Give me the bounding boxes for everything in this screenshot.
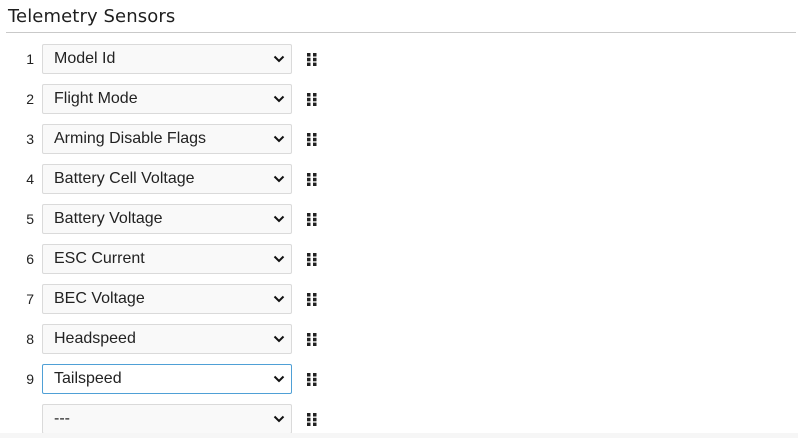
chevron-down-icon [273,415,285,423]
drag-handle-icon[interactable] [307,93,317,106]
sensor-select[interactable]: Tailspeed [42,364,292,394]
sensor-row: 6 ESC Current [0,244,798,274]
sensor-select-value: Model Id [54,50,116,67]
sensor-select-value: Flight Mode [54,90,138,107]
sensor-row: --- [0,404,798,434]
chevron-down-icon [273,295,285,303]
drag-handle-icon[interactable] [307,133,317,146]
sensor-select-value: Battery Cell Voltage [54,170,195,187]
chevron-down-icon [273,55,285,63]
sensor-select-value: Battery Voltage [54,210,163,227]
chevron-down-icon [273,95,285,103]
row-index: 4 [26,171,34,187]
sensor-row: 3 Arming Disable Flags [0,124,798,154]
drag-handle-icon[interactable] [307,293,317,306]
sensor-select[interactable]: Arming Disable Flags [42,124,292,154]
sensor-row: 1 Model Id [0,44,798,74]
sensor-row: 2 Flight Mode [0,84,798,114]
panel-bottom-edge [0,433,798,438]
drag-handle-icon[interactable] [307,413,317,426]
sensor-select[interactable]: ESC Current [42,244,292,274]
row-index: 9 [26,371,34,387]
sensor-select[interactable]: Battery Voltage [42,204,292,234]
drag-handle-icon[interactable] [307,213,317,226]
chevron-down-icon [273,175,285,183]
chevron-down-icon [273,135,285,143]
drag-handle-icon[interactable] [307,373,317,386]
drag-handle-icon[interactable] [307,333,317,346]
row-index: 5 [26,211,34,227]
sensor-select[interactable]: --- [42,404,292,434]
panel-title: Telemetry Sensors [8,6,176,27]
chevron-down-icon [273,375,285,383]
row-index: 7 [26,291,34,307]
sensor-select[interactable]: Flight Mode [42,84,292,114]
sensor-select-value: Headspeed [54,330,136,347]
row-index: 6 [26,251,34,267]
row-index: 2 [26,91,34,107]
sensor-row: 5 Battery Voltage [0,204,798,234]
sensor-row: 9 Tailspeed [0,364,798,394]
chevron-down-icon [273,335,285,343]
row-index: 8 [26,331,34,347]
sensor-row: 4 Battery Cell Voltage [0,164,798,194]
sensor-select[interactable]: BEC Voltage [42,284,292,314]
drag-handle-icon[interactable] [307,253,317,266]
sensor-select[interactable]: Model Id [42,44,292,74]
sensor-select[interactable]: Battery Cell Voltage [42,164,292,194]
chevron-down-icon [273,215,285,223]
sensor-select-value: Arming Disable Flags [54,130,207,147]
drag-handle-icon[interactable] [307,53,317,66]
sensor-row: 7 BEC Voltage [0,284,798,314]
sensor-select[interactable]: Headspeed [42,324,292,354]
sensor-select-value: Tailspeed [54,370,122,387]
drag-handle-icon[interactable] [307,173,317,186]
row-index: 3 [26,131,34,147]
title-divider [6,32,796,33]
sensor-select-value: BEC Voltage [54,290,145,307]
sensor-select-value: --- [54,410,70,427]
chevron-down-icon [273,255,285,263]
sensor-list: 1 Model Id 2 Flight Mode 3 Arming Disabl… [0,44,798,444]
row-index: 1 [26,51,34,67]
sensor-row: 8 Headspeed [0,324,798,354]
sensor-select-value: ESC Current [54,250,145,267]
